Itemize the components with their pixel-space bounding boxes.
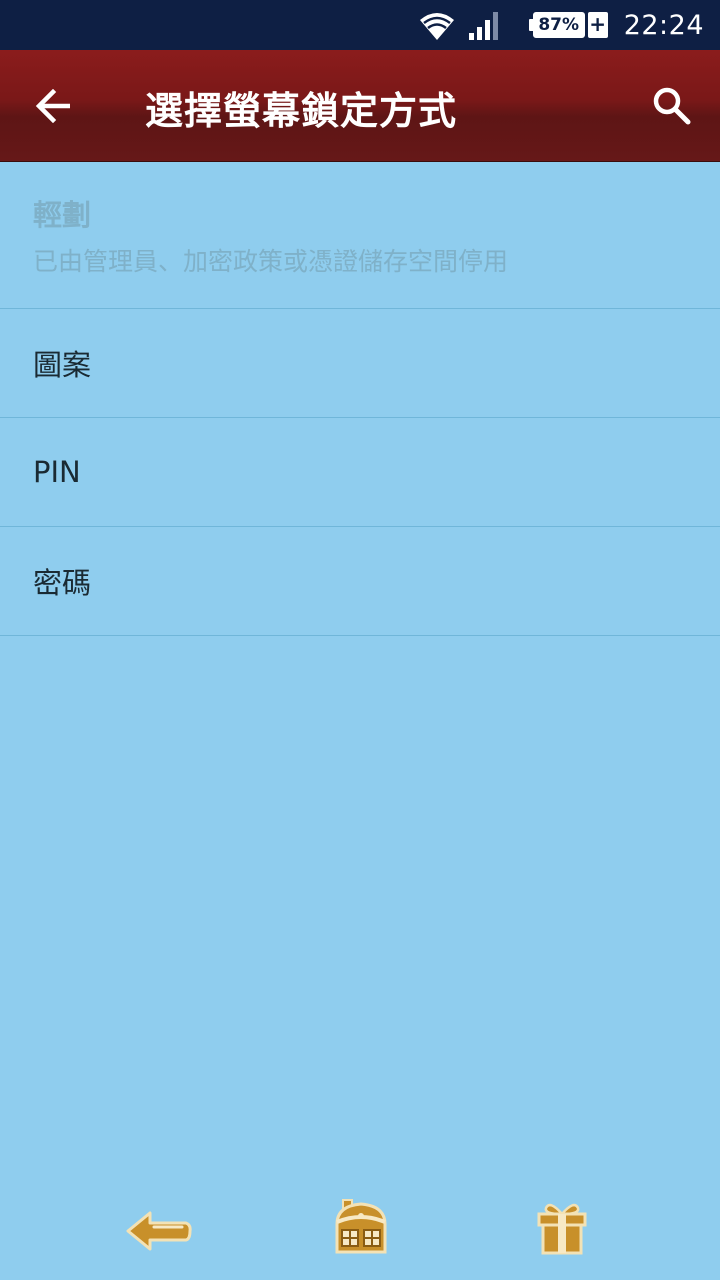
back-button[interactable] [30, 82, 78, 130]
option-pin[interactable]: PIN [0, 418, 720, 527]
home-icon [335, 1199, 387, 1254]
search-button[interactable] [648, 82, 696, 130]
option-label: 密碼 [33, 566, 92, 600]
app-bar: 選擇螢幕鎖定方式 [0, 50, 720, 162]
battery-icon: 87% + [528, 12, 608, 38]
search-icon [653, 87, 691, 125]
option-label: 圖案 [33, 348, 92, 382]
nav-home-button[interactable] [326, 1198, 396, 1258]
nav-back-button[interactable] [124, 1198, 194, 1258]
option-swipe: 輕劃 已由管理員、加密政策或憑證儲存空間停用 [0, 162, 720, 309]
option-pattern[interactable]: 圖案 [0, 309, 720, 418]
gift-icon [537, 1203, 587, 1255]
option-label: 輕劃 [33, 198, 92, 232]
wifi-icon [419, 13, 454, 40]
cell-signal-icon [468, 12, 498, 40]
option-label: PIN [33, 455, 81, 489]
option-sublabel: 已由管理員、加密政策或憑證儲存空間停用 [33, 247, 509, 276]
battery-percent: 87% [532, 12, 585, 38]
back-arrow-icon [126, 1211, 192, 1251]
arrow-left-icon [35, 89, 70, 123]
nav-gift-button[interactable] [527, 1198, 597, 1258]
charging-icon: + [587, 12, 608, 38]
navigation-bar [0, 1180, 720, 1280]
page-title: 選擇螢幕鎖定方式 [145, 89, 458, 133]
status-time: 22:24 [623, 9, 704, 41]
status-bar: 87% + 22:24 [0, 0, 720, 50]
lock-method-list: 輕劃 已由管理員、加密政策或憑證儲存空間停用 圖案 PIN 密碼 [0, 162, 720, 636]
option-password[interactable]: 密碼 [0, 527, 720, 636]
